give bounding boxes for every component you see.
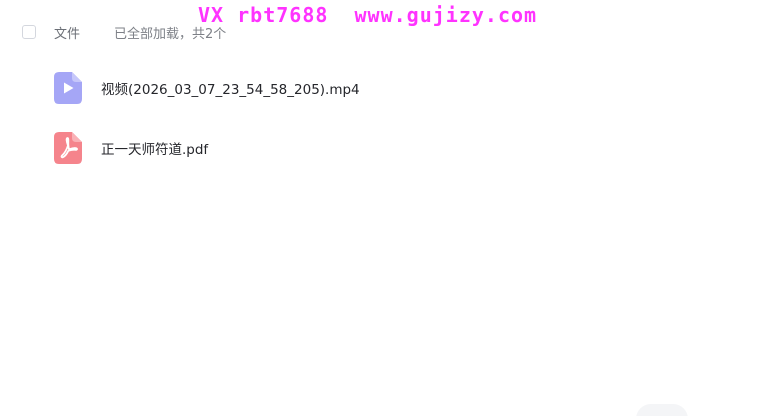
list-header: 文件 已全部加载，共2个 (22, 22, 226, 42)
header-label: 文件 (54, 26, 81, 42)
file-row[interactable]: 视频(2026_03_07_23_54_58_205).mp4 (54, 70, 360, 106)
pdf-file-icon (54, 132, 82, 164)
file-name: 视频(2026_03_07_23_54_58_205).mp4 (101, 82, 360, 98)
floating-action-edge (636, 404, 688, 416)
select-all-checkbox[interactable] (22, 25, 36, 39)
load-status-text: 已全部加载，共2个 (114, 26, 227, 42)
watermark-text: VX rbt7688 www.gujizy.com (198, 3, 538, 27)
file-row[interactable]: 正一天师符道.pdf (54, 130, 360, 166)
file-list: 视频(2026_03_07_23_54_58_205).mp4 正一天师符道.p… (54, 70, 360, 190)
file-name: 正一天师符道.pdf (101, 142, 209, 158)
file-list-page: VX rbt7688 www.gujizy.com 文件 已全部加载，共2个 视… (0, 0, 773, 416)
video-file-icon (54, 72, 82, 104)
